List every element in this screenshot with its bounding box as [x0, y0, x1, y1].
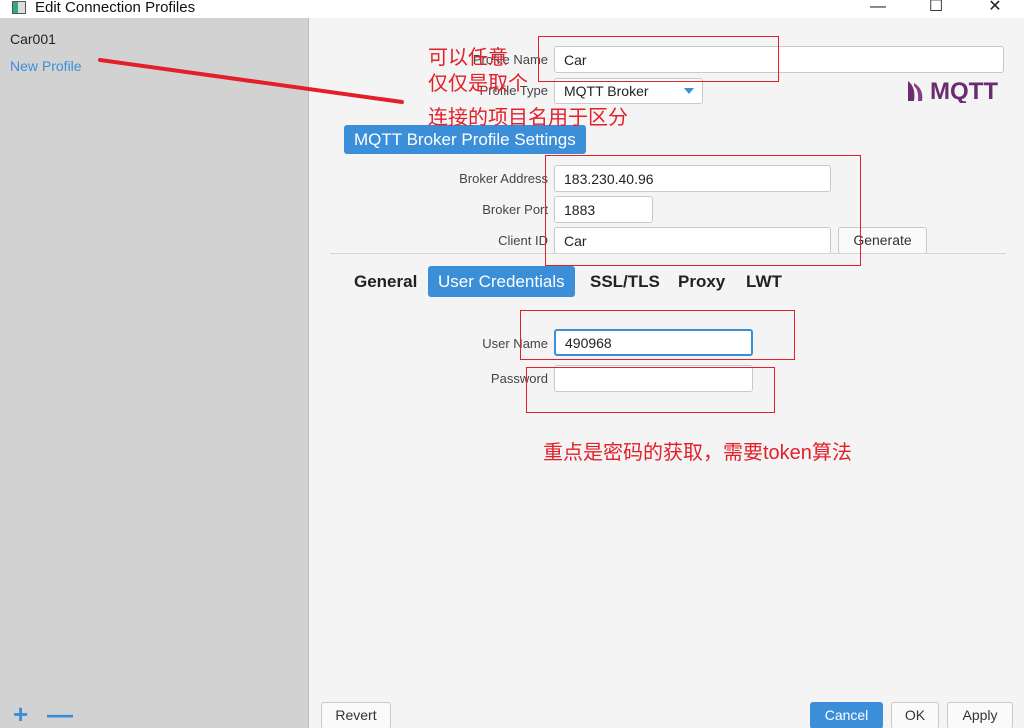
tab-ssl-tls[interactable]: SSL/TLS	[580, 266, 670, 297]
revert-button[interactable]: Revert	[321, 702, 391, 728]
annotation-box-broker-settings	[545, 155, 861, 266]
close-button[interactable]: ✕	[972, 0, 1018, 18]
broker-port-label: Broker Port	[482, 202, 548, 217]
profile-type-value: MQTT Broker	[564, 83, 649, 99]
cancel-button[interactable]: Cancel	[810, 702, 883, 728]
dropdown-arrow-icon	[684, 88, 694, 94]
title-bar: Edit Connection Profiles — ☐ ✕	[0, 0, 1024, 18]
tab-general[interactable]: General	[344, 266, 427, 297]
edit-connection-profiles-window: Edit Connection Profiles — ☐ ✕ Car001 Ne…	[0, 0, 1024, 728]
annotation-box-password	[526, 367, 775, 413]
annotation-note-line-3: 连接的项目名用于区分	[428, 107, 628, 129]
mqtt-logo: MQTT	[908, 78, 998, 103]
mqtt-logo-text: MQTT	[930, 78, 998, 103]
minimize-button[interactable]: —	[855, 0, 901, 18]
maximize-button[interactable]: ☐	[913, 0, 959, 18]
add-profile-button[interactable]: +	[13, 701, 28, 727]
apply-button[interactable]: Apply	[947, 702, 1013, 728]
broker-address-label: Broker Address	[459, 171, 548, 186]
app-icon	[12, 1, 26, 14]
annotation-note-password: 重点是密码的获取，需要token算法	[543, 442, 852, 464]
annotation-box-profile-name	[538, 36, 779, 82]
tab-user-credentials[interactable]: User Credentials	[428, 266, 575, 297]
profile-list-sidebar: Car001 New Profile + —	[0, 18, 309, 728]
annotation-box-user-name	[520, 310, 795, 360]
annotation-note-line-1: 可以任意	[428, 47, 508, 69]
annotation-note-line-2: 仅仅是取个	[428, 73, 528, 95]
profile-item-new-profile[interactable]: New Profile	[10, 58, 82, 74]
window-title: Edit Connection Profiles	[35, 0, 196, 16]
client-id-label: Client ID	[498, 233, 548, 248]
remove-profile-button[interactable]: —	[47, 701, 73, 727]
profile-item-car001[interactable]: Car001	[10, 31, 56, 47]
tab-lwt[interactable]: LWT	[736, 266, 792, 297]
tab-proxy[interactable]: Proxy	[668, 266, 735, 297]
ok-button[interactable]: OK	[891, 702, 939, 728]
